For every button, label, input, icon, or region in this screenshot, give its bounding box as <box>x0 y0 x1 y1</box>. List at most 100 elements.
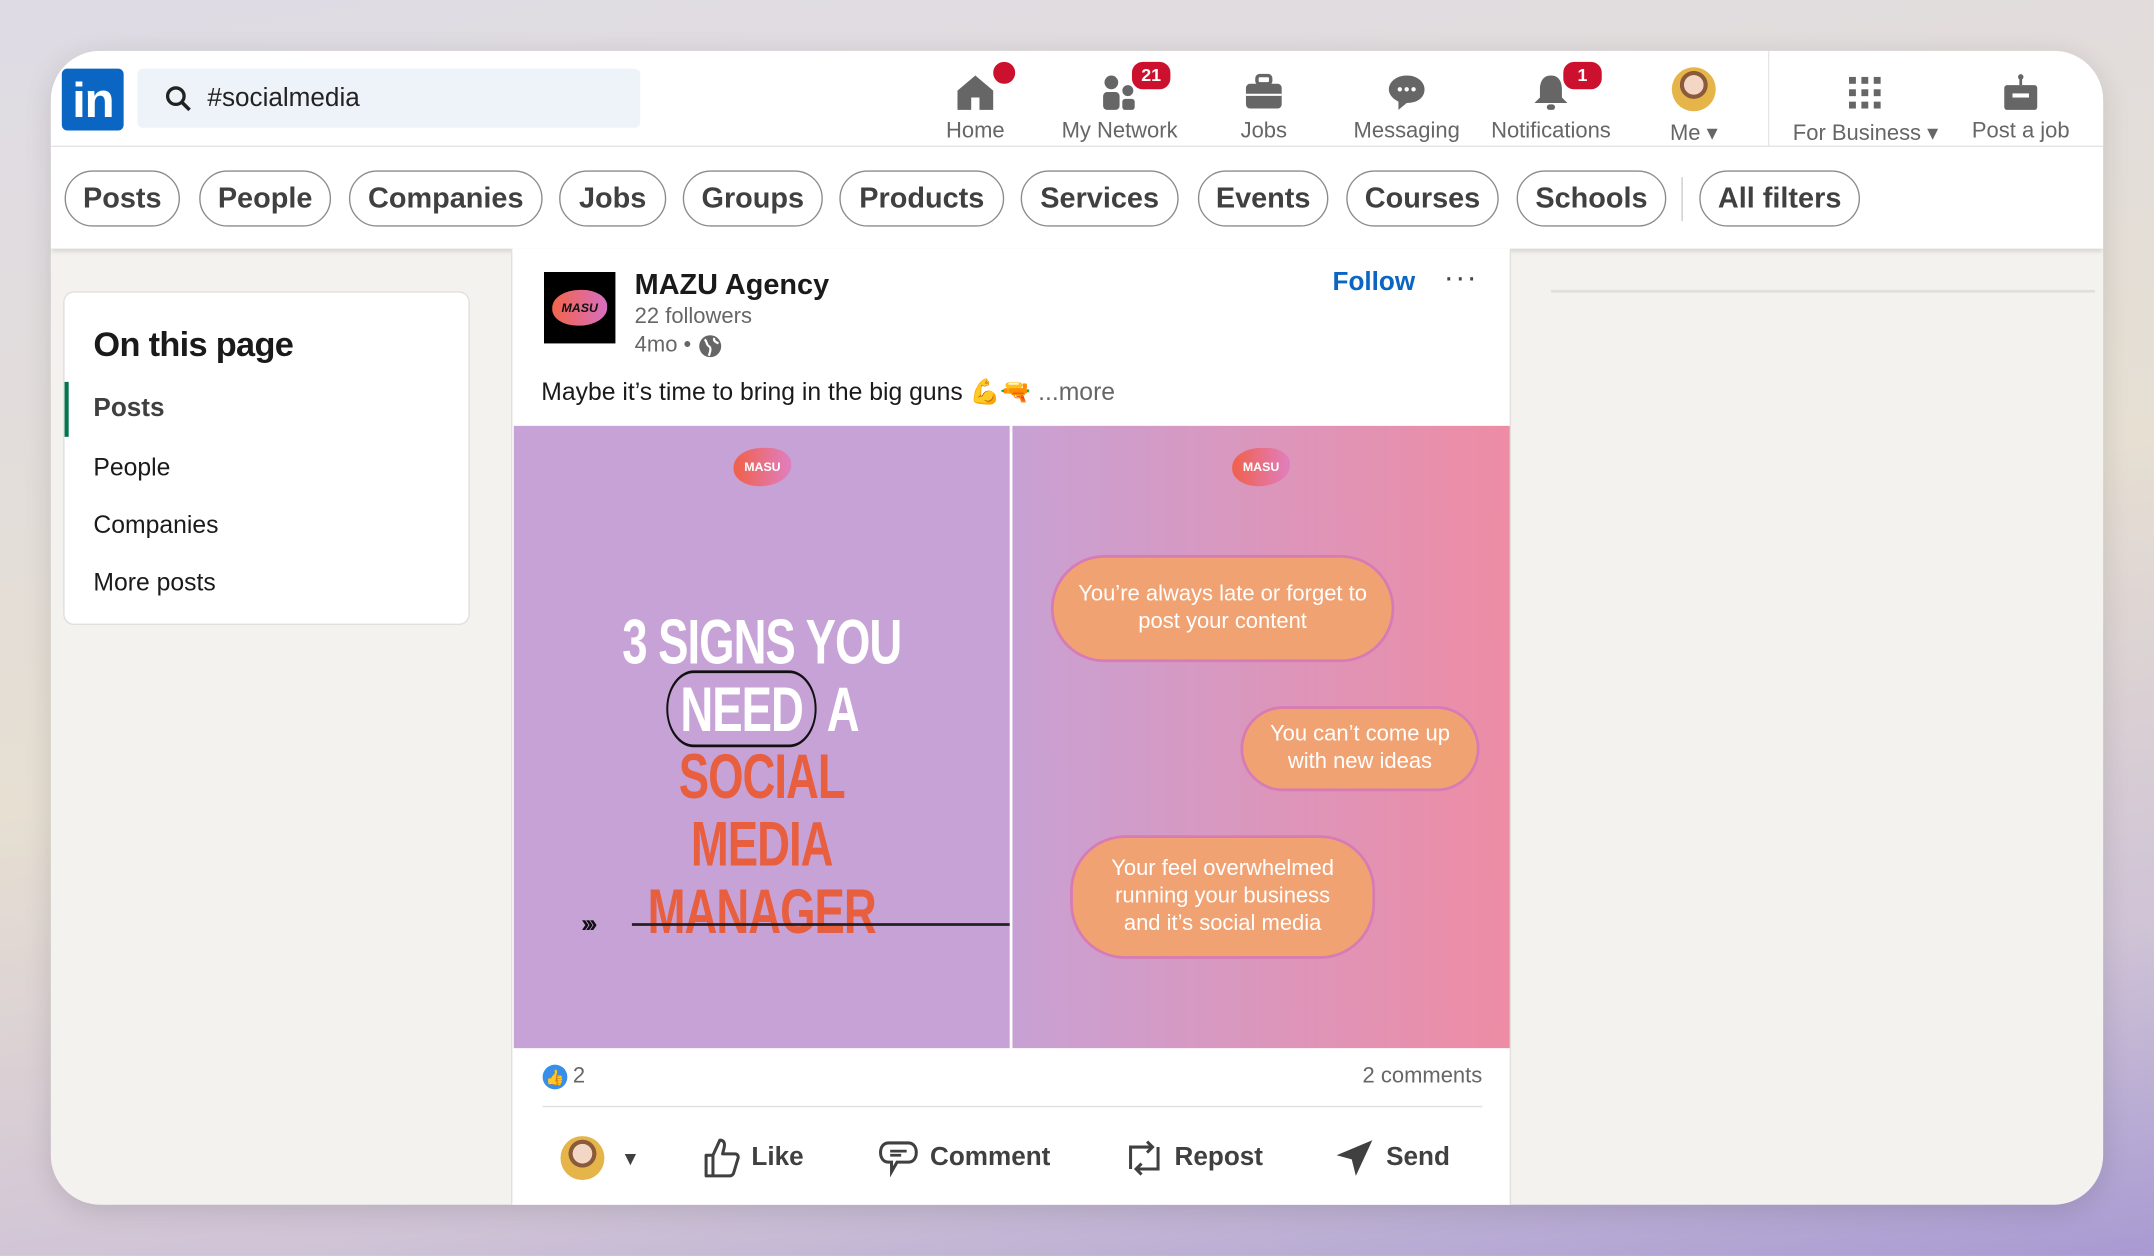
post-text: Maybe it’s time to bring in the big guns… <box>541 378 1115 407</box>
filter-events[interactable]: Events <box>1197 170 1329 227</box>
caret-down-icon: ▾ <box>1706 122 1718 146</box>
search-input[interactable]: #socialmedia <box>137 68 641 128</box>
post-job-icon <box>2004 74 2038 110</box>
thumbs-up-icon <box>704 1138 740 1178</box>
followers-count: 22 followers <box>634 304 752 329</box>
nav-me[interactable]: Me ▾ <box>1618 62 1769 147</box>
top-nav: in #socialmedia Home 21 My Network Jobs M… <box>50 50 2104 147</box>
search-value: #socialmedia <box>207 83 360 113</box>
filter-services[interactable]: Services <box>1020 170 1179 227</box>
nav-label: Home <box>946 119 1005 143</box>
nav-jobs[interactable]: Jobs <box>1188 62 1339 144</box>
like-reaction-icon: 👍 <box>542 1064 568 1090</box>
home-dot <box>990 59 1018 87</box>
mazu-logo: MASU <box>1232 447 1290 487</box>
search-icon <box>165 86 191 112</box>
grid-icon <box>1849 76 1881 109</box>
nav-label: Notifications <box>1491 119 1611 143</box>
caret-down-icon: ▾ <box>1927 122 1939 146</box>
sidebar-item-people[interactable]: People <box>65 440 469 495</box>
filter-jobs[interactable]: Jobs <box>559 170 667 227</box>
browser-window: in #socialmedia Home 21 My Network Jobs M… <box>50 50 2104 1205</box>
filter-courses[interactable]: Courses <box>1346 170 1499 227</box>
sign-bubble: You’re always late or forget to post you… <box>1050 554 1395 663</box>
chat-icon <box>1388 75 1425 110</box>
avatar <box>1671 67 1716 112</box>
divider <box>542 1105 1483 1108</box>
nav-label: Jobs <box>1240 119 1288 143</box>
nav-my-network[interactable]: 21 My Network <box>1044 59 1195 144</box>
post-card: MASU MAZU Agency 22 followers 4mo • Foll… <box>511 248 1512 1205</box>
slide-headline: 3 SIGNS YOU NEED A SOCIAL MEDIA MANAGER <box>583 605 940 946</box>
sidebar-item-companies[interactable]: Companies <box>65 497 469 552</box>
filter-companies[interactable]: Companies <box>348 170 543 227</box>
filter-separator <box>1681 177 1683 222</box>
filter-bar: Posts People Companies Jobs Groups Produ… <box>50 146 2104 249</box>
post-body: Maybe it’s time to bring in the big guns… <box>541 377 1032 406</box>
sidebar-item-more-posts[interactable]: More posts <box>65 555 469 610</box>
sign-bubble: You can’t come up with new ideas <box>1240 706 1480 792</box>
nav-for-business[interactable]: For Business ▾ <box>1776 62 1955 147</box>
like-button[interactable]: Like <box>702 1131 804 1186</box>
headline-line1: 3 SIGNS YOU <box>622 605 902 678</box>
action-label: Repost <box>1174 1142 1264 1172</box>
linkedin-logo[interactable]: in <box>61 68 124 131</box>
nav-label: Post a job <box>1971 119 2070 143</box>
slide-1: MASU 3 SIGNS YOU NEED A SOCIAL MEDIA MAN… <box>513 425 1010 1049</box>
notifications-badge: 1 <box>1560 59 1605 93</box>
action-label: Comment <box>930 1142 1051 1172</box>
sidebar-item-posts[interactable]: Posts <box>64 381 469 437</box>
repost-icon <box>1129 1140 1160 1176</box>
nav-home[interactable]: Home <box>900 59 1051 144</box>
nav-label: Me <box>1669 122 1701 146</box>
right-rail-placeholder <box>1550 289 2095 293</box>
nav-label-wrap: Me ▾ <box>1618 120 1769 147</box>
post-carousel[interactable]: MASU 3 SIGNS YOU NEED A SOCIAL MEDIA MAN… <box>513 425 1510 1049</box>
filter-groups[interactable]: Groups <box>682 170 823 227</box>
on-this-page-card: On this page Posts People Companies More… <box>63 291 470 626</box>
network-badge: 21 <box>1129 59 1174 93</box>
filter-schools[interactable]: Schools <box>1516 170 1667 227</box>
filter-posts[interactable]: Posts <box>64 170 180 227</box>
reaction-avatar-select[interactable]: ▼ <box>560 1131 640 1186</box>
follow-button[interactable]: Follow <box>1333 268 1416 298</box>
see-more-link[interactable]: ...more <box>1038 378 1115 405</box>
card-title: On this page <box>93 325 294 365</box>
author-name[interactable]: MAZU Agency <box>635 269 829 302</box>
slide-line <box>631 923 1010 926</box>
headline-a: A <box>826 673 858 745</box>
reactions-count[interactable]: 👍 2 <box>542 1064 586 1090</box>
nav-label: My Network <box>1061 119 1178 143</box>
slide-2: MASU You’re always late or forget to pos… <box>1012 425 1510 1049</box>
filter-people[interactable]: People <box>199 170 332 227</box>
send-button[interactable]: Send <box>1334 1131 1450 1186</box>
nav-label-wrap: For Business ▾ <box>1776 120 1955 147</box>
sign-bubble: Your feel overwhelmed running your busin… <box>1070 835 1376 959</box>
logo-mark: MASU <box>552 289 608 326</box>
arrows-icon: ››› <box>581 909 597 937</box>
avatar <box>560 1136 605 1181</box>
repost-button[interactable]: Repost <box>1125 1131 1263 1186</box>
comment-icon <box>879 1141 918 1178</box>
globe-icon <box>699 335 722 358</box>
nav-notifications[interactable]: 1 Notifications <box>1475 59 1626 144</box>
action-label: Send <box>1386 1142 1450 1172</box>
nav-label: For Business <box>1792 122 1922 146</box>
filter-products[interactable]: Products <box>839 170 1005 227</box>
send-icon <box>1336 1140 1373 1176</box>
more-options-icon[interactable]: ··· <box>1444 260 1478 296</box>
comment-button[interactable]: Comment <box>878 1131 1051 1186</box>
reaction-number: 2 <box>572 1064 586 1088</box>
nav-divider <box>1767 50 1770 147</box>
briefcase-icon <box>1245 73 1282 109</box>
all-filters-button[interactable]: All filters <box>1699 170 1861 227</box>
nav-messaging[interactable]: Messaging <box>1331 62 1482 144</box>
headline-need: NEED <box>666 670 817 748</box>
comments-count[interactable]: 2 comments <box>1363 1065 1483 1090</box>
company-logo[interactable]: MASU <box>543 271 616 344</box>
nav-post-job[interactable]: Post a job <box>1945 62 2096 144</box>
post-time: 4mo • <box>635 334 723 359</box>
nav-label: Messaging <box>1353 119 1460 143</box>
home-icon <box>957 75 994 110</box>
time-text: 4mo • <box>634 333 692 358</box>
